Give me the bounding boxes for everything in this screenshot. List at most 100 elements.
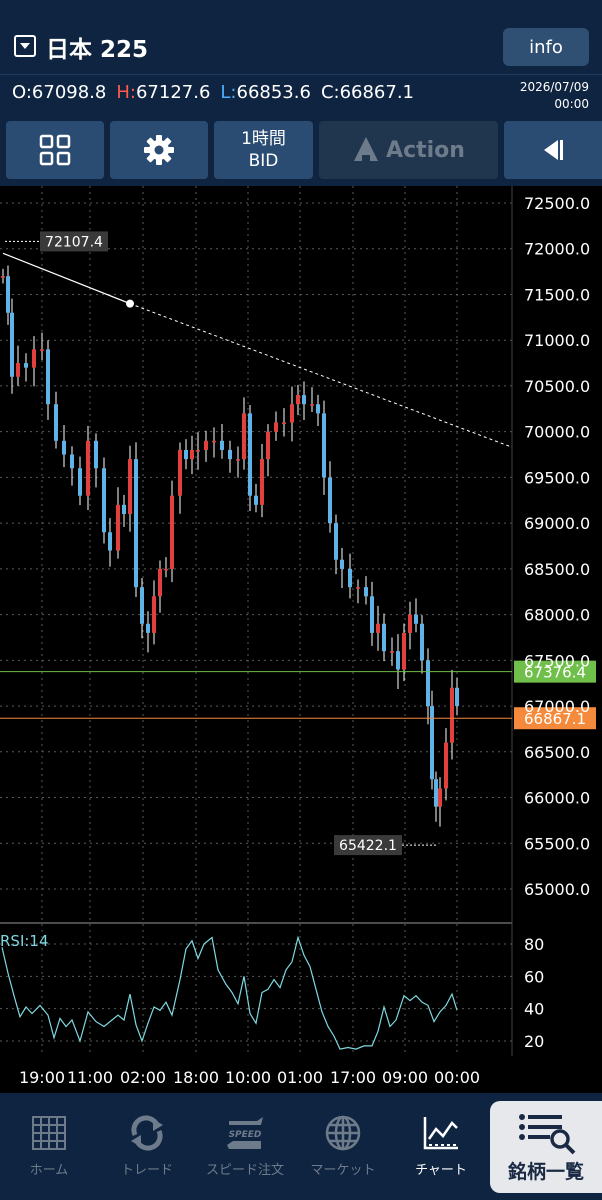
candle-up	[274, 422, 278, 432]
nav-home-label: ホーム	[29, 1163, 69, 1178]
action-button[interactable]: Action	[319, 121, 498, 179]
app-header: 日本 225 info O:67098.8 H:67127.6 L:66853.6 C…	[0, 0, 602, 114]
x-tick-label: 10:00	[225, 1068, 271, 1087]
y-tick-label: 69500.0	[524, 468, 590, 487]
y-tick-label: 65500.0	[524, 834, 590, 853]
x-tick-label: 19:00	[19, 1068, 65, 1087]
candle-up	[390, 651, 394, 653]
nav-trade[interactable]: トレード	[98, 1093, 196, 1200]
high-label: H:	[116, 82, 136, 103]
candle-down	[62, 440, 66, 455]
trade-cycle-icon	[131, 1115, 163, 1151]
candle-down	[348, 568, 352, 588]
symbol-dropdown-icon[interactable]	[14, 35, 36, 57]
candle-up	[236, 459, 240, 461]
candle-down	[122, 504, 126, 514]
action-label: Action	[386, 137, 465, 163]
timeframe-label: 1時間	[241, 129, 286, 149]
nav-home[interactable]: ホーム	[0, 1093, 98, 1200]
y-tick-label: 68000.0	[524, 606, 590, 625]
candle-up	[296, 395, 300, 405]
candle-down	[134, 459, 138, 588]
candle-down	[340, 559, 344, 569]
high-value: 67127.6	[135, 82, 211, 103]
symbol-list-button[interactable]: 銘柄一覧	[490, 1101, 602, 1193]
y-tick-label: 71500.0	[524, 285, 590, 304]
list-search-icon	[519, 1114, 576, 1155]
nav-chart-label: チャート	[415, 1163, 467, 1178]
candle-down	[420, 623, 424, 661]
low-label: L:	[220, 82, 237, 103]
candle-down	[328, 477, 332, 524]
candle-down	[146, 623, 150, 633]
rsi-tick-label: 60	[524, 967, 544, 986]
nav-speed-order[interactable]: SPEED スピード注文	[196, 1093, 294, 1200]
candle-down	[322, 413, 326, 478]
candle-down	[382, 623, 386, 652]
candle-down	[254, 495, 258, 505]
layout-grid-button[interactable]	[6, 121, 104, 179]
home-grid-icon	[32, 1116, 66, 1150]
info-button[interactable]: info	[503, 28, 589, 66]
close-label: C:	[320, 82, 340, 103]
candle-up	[290, 404, 294, 423]
y-tick-label: 70500.0	[524, 377, 590, 396]
nav-market[interactable]: マーケット	[294, 1093, 392, 1200]
price-type-label: BID	[248, 151, 279, 171]
candle-down	[434, 779, 438, 807]
y-tick-label: 67500.0	[524, 651, 590, 670]
action-arrow-icon	[354, 137, 379, 161]
candle-up	[16, 363, 20, 377]
price-chart[interactable]: 72107.465422.167376.466867.1 72500.07200…	[0, 186, 602, 1090]
globe-icon	[325, 1115, 361, 1151]
settings-button[interactable]	[110, 121, 208, 179]
rsi-tick-label: 80	[524, 935, 544, 954]
speed-order-icon: SPEED	[227, 1117, 263, 1149]
y-tick-label: 65000.0	[524, 880, 590, 899]
candle-down	[140, 587, 144, 624]
candle-down	[46, 349, 50, 405]
symbol-title[interactable]: 日本 225	[46, 30, 148, 64]
x-tick-label: 00:00	[434, 1068, 480, 1087]
candle-down	[414, 614, 418, 624]
nav-chart[interactable]: チャート	[392, 1093, 490, 1200]
candle-up	[152, 596, 156, 633]
candle-up	[116, 504, 120, 551]
high-marker-label: 72107.4	[45, 234, 103, 250]
candle-down	[24, 363, 28, 368]
timeframe-button[interactable]: 1時間 BID	[214, 121, 313, 179]
candle-down	[455, 687, 459, 707]
y-tick-label: 69000.0	[524, 514, 590, 533]
chart-toolbar: 1時間 BID Action	[0, 114, 602, 186]
y-tick-label: 68500.0	[524, 560, 590, 579]
x-tick-label: 09:00	[382, 1068, 428, 1087]
candle-up	[178, 449, 182, 496]
candle-down	[78, 468, 82, 496]
timestamp-date: 2026/07/09	[519, 80, 589, 94]
ohlc-readout: O:67098.8 H:67127.6 L:66853.6 C:66867.1	[12, 82, 424, 103]
y-tick-label: 70000.0	[524, 423, 590, 442]
candle-down	[228, 449, 232, 460]
candle-up	[128, 459, 132, 514]
candle-up	[190, 449, 194, 460]
candle-down	[316, 404, 320, 414]
collapse-panel-button[interactable]	[504, 121, 602, 179]
candle-down	[302, 395, 306, 405]
x-tick-label: 11:00	[67, 1068, 113, 1087]
open-label: O:	[12, 82, 32, 103]
y-tick-label: 72500.0	[524, 194, 590, 213]
candle-down	[70, 454, 74, 469]
nav-trade-label: トレード	[120, 1163, 173, 1178]
candle-down	[430, 706, 434, 780]
rsi-label: RSI:14	[0, 932, 49, 950]
candle-up	[356, 587, 360, 589]
y-tick-label: 71000.0	[524, 331, 590, 350]
candle-up	[376, 623, 380, 633]
y-tick-label: 67000.0	[524, 697, 590, 716]
candle-up	[310, 404, 314, 406]
candle-down	[220, 440, 224, 450]
candle-down	[370, 596, 374, 633]
y-tick-label: 72000.0	[524, 240, 590, 259]
candle-up	[164, 568, 168, 571]
svg-text:SPEED: SPEED	[229, 1130, 262, 1140]
